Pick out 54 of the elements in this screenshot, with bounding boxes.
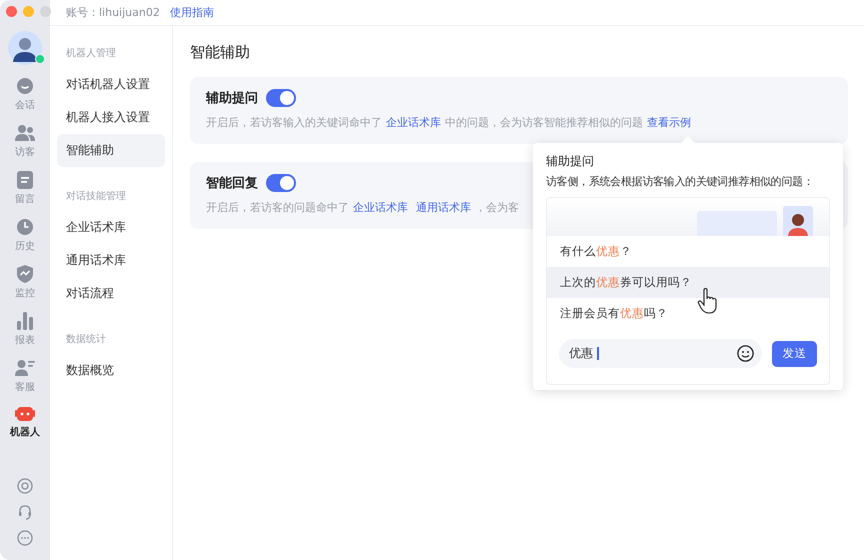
online-status-dot [35,54,45,64]
nav-item[interactable]: 企业话术库 [57,211,165,244]
hand-cursor-icon [697,288,719,314]
settings-icon[interactable] [17,478,33,494]
setting-title: 辅助提问 [206,90,258,107]
nav-section-heading: 数据统计 [65,332,107,347]
toggle-switch[interactable] [266,174,296,192]
nav-item[interactable]: 对话机器人设置 [57,68,165,101]
zoom-button[interactable] [40,6,51,17]
popover-description: 访客侧，系统会根据访客输入的关键词推荐相似的问题： [546,174,815,189]
setting-title: 智能回复 [206,175,258,192]
library-link[interactable]: 企业话术库 [386,116,441,129]
chat-bubble-icon [16,77,34,95]
headset-icon[interactable] [17,504,33,520]
nav-item[interactable]: 数据概览 [57,354,165,387]
rail-item[interactable]: 监控 [15,265,35,300]
nav-item[interactable]: 通用话术库 [57,244,165,277]
robot-icon [15,406,35,422]
rail-item[interactable]: 访客 [15,124,35,159]
people-icon [15,124,35,142]
message-input[interactable]: 优惠 [559,339,762,368]
person-list-icon [15,359,35,377]
bar-chart-icon [17,312,33,330]
library-link[interactable]: 查看示例 [647,116,691,129]
rail-item[interactable]: 机器人 [10,406,40,439]
smiley-icon[interactable] [737,345,754,362]
rail-item[interactable]: 留言 [15,171,35,206]
avatar[interactable] [8,31,42,65]
toggle-switch[interactable] [266,89,296,107]
library-link[interactable]: 通用话术库 [416,201,471,214]
nav-item[interactable]: 机器人接入设置 [57,101,165,134]
minimize-button[interactable] [23,6,34,17]
account-label: 账号：lihuijuan02 [66,5,160,20]
send-button[interactable]: 发送 [772,340,817,366]
clock-icon [16,218,34,236]
user-avatar-icon [783,206,813,236]
nav-section-heading: 对话技能管理 [65,190,127,204]
library-link[interactable]: 企业话术库 [353,201,408,214]
note-icon [17,171,33,189]
nav-item[interactable]: 智能辅助 [57,134,165,167]
nav-item[interactable]: 对话流程 [57,277,165,310]
page-title: 智能辅助 [190,43,250,62]
setting-description: 开启后，若访客输入的关键词命中了 企业话术库 中的问题，会为访客智能推荐相似的问题 查看示例 [206,115,692,130]
close-button[interactable] [6,6,17,17]
shield-chart-icon [17,265,33,283]
rail-item[interactable]: 客服 [15,359,35,394]
nav-section-heading: 机器人管理 [65,46,117,61]
suggested-question[interactable]: 上次的优惠券可以用吗？ [547,267,829,298]
popover-title: 辅助提问 [546,153,595,170]
rail-item[interactable]: 报表 [15,312,35,347]
guide-link[interactable]: 使用指南 [170,5,214,20]
rail-item[interactable]: 会话 [15,77,35,112]
rail-item[interactable]: 历史 [15,218,35,253]
more-icon[interactable] [17,530,33,546]
